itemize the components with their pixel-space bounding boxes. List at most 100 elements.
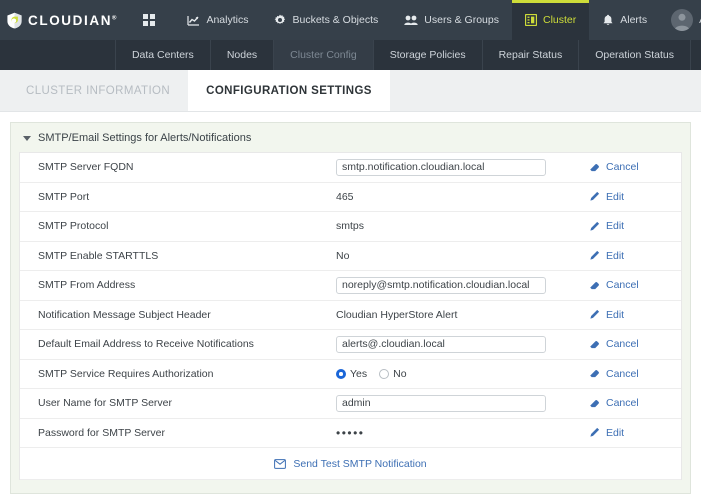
edit-label: Edit	[606, 220, 625, 233]
row-label-smtp-port: SMTP Port	[38, 190, 90, 203]
brand-trademark: ®	[112, 15, 117, 21]
row-value-smtp-server-fqdn	[336, 158, 583, 176]
settings-table: SMTP Server FQDN Cancel SMTP Port 465 Ed…	[19, 152, 682, 480]
subnav-item-operation-status[interactable]: Operation Status	[578, 40, 691, 70]
send-test-smtp-notification-link[interactable]: Send Test SMTP Notification	[274, 457, 427, 470]
cancel-label: Cancel	[606, 367, 639, 380]
row-value-smtp-enable-starttls: No	[336, 249, 350, 262]
edit-button-notification-subject-header[interactable]: Edit	[583, 309, 671, 321]
row-label-smtp-from-address: SMTP From Address	[38, 279, 136, 292]
grid-apps-icon	[143, 14, 156, 26]
radio-no-icon	[379, 368, 390, 379]
nav-item-users-groups-label: Users & Groups	[424, 14, 499, 26]
cluster-icon	[524, 14, 537, 26]
eraser-icon	[590, 399, 599, 407]
nav-item-users-groups[interactable]: Users & Groups	[391, 0, 512, 40]
nav-item-alerts-label: Alerts	[620, 14, 648, 26]
tab-configuration-settings[interactable]: CONFIGURATION SETTINGS	[188, 70, 390, 111]
cancel-button-smtp-requires-authorization[interactable]: Cancel	[583, 368, 671, 380]
page-title: SMTP/Email Settings for Alerts/Notificat…	[38, 132, 252, 144]
edit-button-smtp-password[interactable]: Edit	[583, 427, 671, 439]
subnav-item-data-centers[interactable]: Data Centers	[114, 40, 210, 70]
table-row: SMTP Protocol smtps Edit	[20, 212, 681, 242]
table-row: Password for SMTP Server ••••• Edit	[20, 419, 681, 448]
gear-icon	[274, 14, 286, 26]
edit-button-smtp-port[interactable]: Edit	[583, 191, 671, 203]
cancel-button-smtp-server-fqdn[interactable]: Cancel	[583, 161, 671, 173]
top-nav-items: Analytics Buckets & Objects Users & Grou…	[130, 0, 660, 40]
row-label-smtp-password: Password for SMTP Server	[38, 426, 166, 439]
row-value-smtp-protocol: smtps	[336, 220, 365, 233]
brand-logo[interactable]: CLOUDIAN®	[0, 0, 130, 40]
eraser-icon	[590, 163, 599, 171]
panel-header[interactable]: SMTP/Email Settings for Alerts/Notificat…	[11, 123, 690, 152]
edit-label: Edit	[606, 249, 625, 262]
row-label-smtp-protocol: SMTP Protocol	[38, 220, 109, 233]
table-row: User Name for SMTP Server Cancel	[20, 389, 681, 419]
row-value-smtp-port: 465	[336, 190, 354, 203]
edit-label: Edit	[606, 426, 625, 439]
nav-item-analytics[interactable]: Analytics	[174, 0, 261, 40]
nav-item-buckets-objects-label: Buckets & Objects	[292, 14, 379, 26]
top-navigation-bar: CLOUDIAN® Analytics Buckets & Objects Us…	[0, 0, 701, 40]
table-row: SMTP Server FQDN Cancel	[20, 153, 681, 183]
table-row: SMTP From Address Cancel	[20, 271, 681, 301]
smtp-settings-panel: SMTP/Email Settings for Alerts/Notificat…	[10, 122, 691, 494]
nav-item-cluster[interactable]: Cluster	[511, 0, 590, 40]
row-label-notification-subject-header: Notification Message Subject Header	[38, 308, 211, 321]
panel-footer: Send Test SMTP Notification	[20, 448, 681, 480]
eraser-icon	[590, 281, 599, 289]
subnav-item-repair-status[interactable]: Repair Status	[481, 40, 579, 70]
tab-cluster-information[interactable]: CLUSTER INFORMATION	[8, 70, 188, 111]
edit-label: Edit	[606, 190, 625, 203]
cancel-label: Cancel	[606, 397, 639, 410]
row-value-smtp-password: •••••	[336, 425, 365, 440]
table-row: SMTP Enable STARTTLS No Edit	[20, 242, 681, 271]
default-email-address-input[interactable]	[336, 335, 546, 353]
brand-name: CLOUDIAN®	[28, 12, 117, 28]
edit-button-smtp-protocol[interactable]: Edit	[583, 220, 671, 232]
cancel-button-default-email-address[interactable]: Cancel	[583, 338, 671, 350]
page-content: SMTP/Email Settings for Alerts/Notificat…	[0, 112, 701, 504]
cancel-button-smtp-from-address[interactable]: Cancel	[583, 279, 671, 291]
subnav-item-cluster-config[interactable]: Cluster Config	[273, 40, 373, 70]
row-label-smtp-enable-starttls: SMTP Enable STARTTLS	[38, 249, 159, 262]
pencil-icon	[590, 192, 600, 201]
nav-item-buckets-objects[interactable]: Buckets & Objects	[261, 0, 391, 40]
row-value-smtp-username	[336, 394, 583, 412]
nav-item-cluster-label: Cluster	[542, 14, 577, 26]
cancel-label: Cancel	[606, 279, 639, 292]
subnav-item-nodes[interactable]: Nodes	[209, 40, 273, 70]
bell-icon	[602, 14, 614, 26]
nav-item-alerts[interactable]: Alerts	[589, 0, 660, 40]
users-icon	[404, 14, 418, 26]
nav-item-apps[interactable]	[130, 0, 174, 40]
smtp-server-fqdn-input[interactable]	[336, 158, 546, 176]
cancel-label: Cancel	[606, 338, 639, 351]
radio-yes-label: Yes	[350, 367, 368, 380]
triangle-down-icon[interactable]	[23, 135, 31, 141]
subnav-item-storage-policies[interactable]: Storage Policies	[372, 40, 482, 70]
cloudian-logo-icon	[7, 12, 22, 28]
radio-option-no[interactable]: No	[379, 368, 407, 380]
table-row: SMTP Service Requires Authorization Yes …	[20, 360, 681, 389]
smtp-from-address-input[interactable]	[336, 276, 546, 294]
pencil-icon	[590, 251, 600, 260]
radio-option-yes[interactable]: Yes	[336, 368, 367, 380]
nav-item-analytics-label: Analytics	[206, 14, 249, 26]
pencil-icon	[590, 221, 600, 231]
user-menu[interactable]: Admin ▾	[660, 0, 701, 40]
pencil-icon	[590, 428, 600, 437]
row-label-smtp-requires-authorization: SMTP Service Requires Authorization	[38, 367, 214, 380]
table-row: SMTP Port 465 Edit	[20, 183, 681, 212]
authorization-radio-group: Yes No	[336, 368, 407, 380]
smtp-username-input[interactable]	[336, 394, 546, 412]
radio-yes-icon	[336, 368, 346, 379]
cancel-button-smtp-username[interactable]: Cancel	[583, 397, 671, 409]
send-test-smtp-notification-label: Send Test SMTP Notification	[293, 457, 427, 470]
row-label-default-email-address: Default Email Address to Receive Notific…	[38, 338, 254, 351]
cluster-sub-navigation: Data Centers Nodes Cluster Config Storag…	[0, 40, 701, 70]
edit-label: Edit	[606, 308, 625, 321]
edit-button-smtp-enable-starttls[interactable]: Edit	[583, 250, 671, 262]
row-value-smtp-requires-authorization: Yes No	[336, 368, 583, 380]
